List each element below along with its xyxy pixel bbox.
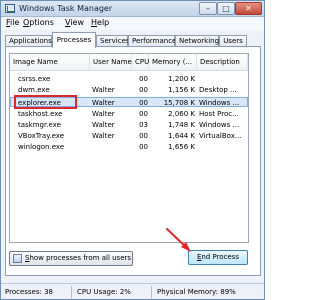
menu-file[interactable]: File: [6, 18, 19, 27]
image-name-cell: VBoxTray.exe: [18, 132, 65, 140]
maximize-button[interactable]: □: [217, 2, 235, 15]
tab-strip: Applications Processes Services Performa…: [5, 32, 261, 48]
user-name-cell: Walter: [92, 110, 115, 118]
image-name-cell: taskhost.exe: [18, 110, 63, 118]
description-cell: Windows ...: [199, 99, 240, 107]
description-cell: Host Proc...: [199, 110, 239, 118]
memory-cell: 1,200 K: [168, 75, 195, 83]
col-user-name[interactable]: User Name: [90, 54, 132, 71]
col-cpu[interactable]: CPU: [132, 54, 149, 71]
title-bar[interactable]: Windows Task Manager – □ ✕: [1, 1, 264, 17]
status-cpu-usage: CPU Usage: 2%: [77, 288, 131, 296]
cpu-cell: 00: [139, 99, 148, 107]
image-name-cell: winlogon.exe: [18, 143, 65, 151]
process-row[interactable]: dwm.exe Walter 00 1,156 K Desktop ...: [10, 85, 248, 95]
image-name-cell: taskmgr.exe: [18, 121, 61, 129]
cpu-cell: 03: [139, 121, 148, 129]
description-cell: VirtualBox...: [199, 132, 242, 140]
task-manager-window: Windows Task Manager – □ ✕ File Options …: [0, 0, 265, 300]
status-divider: [71, 286, 72, 298]
cpu-cell: 00: [139, 110, 148, 118]
status-processes: Processes: 38: [5, 288, 53, 296]
process-row[interactable]: winlogon.exe 00 1,656 K: [10, 142, 248, 152]
task-manager-icon: [5, 4, 15, 13]
status-divider: [151, 286, 152, 298]
process-row[interactable]: taskmgr.exe Walter 03 1,748 K Windows ..…: [10, 120, 248, 130]
menu-view[interactable]: View: [65, 18, 84, 27]
user-name-cell: Walter: [92, 99, 115, 107]
menu-help[interactable]: Help: [91, 18, 109, 27]
memory-cell: 15,708 K: [163, 99, 195, 107]
memory-cell: 1,656 K: [168, 143, 195, 151]
cpu-cell: 00: [139, 75, 148, 83]
end-process-button[interactable]: End Process: [188, 250, 248, 265]
menu-options[interactable]: Options: [23, 18, 54, 27]
memory-cell: 1,748 K: [168, 121, 195, 129]
close-button[interactable]: ✕: [235, 2, 262, 15]
memory-cell: 1,156 K: [168, 86, 195, 94]
process-row[interactable]: csrss.exe 00 1,200 K: [10, 74, 248, 84]
window-title: Windows Task Manager: [19, 4, 113, 13]
cpu-cell: 00: [139, 143, 148, 151]
col-description[interactable]: Description: [197, 54, 248, 71]
image-name-cell: csrss.exe: [18, 75, 51, 83]
memory-cell: 1,644 K: [168, 132, 195, 140]
menu-bar: File Options View Help: [1, 17, 264, 30]
process-row[interactable]: VBoxTray.exe Walter 00 1,644 K VirtualBo…: [10, 131, 248, 141]
description-cell: Windows ...: [199, 121, 240, 129]
status-bar: Processes: 38 CPU Usage: 2% Physical Mem…: [1, 283, 264, 299]
memory-cell: 2,060 K: [168, 110, 195, 118]
status-physical-memory: Physical Memory: 89%: [157, 288, 236, 296]
user-name-cell: Walter: [92, 86, 115, 94]
minimize-button[interactable]: –: [199, 2, 217, 15]
col-image-name[interactable]: Image Name: [10, 54, 90, 71]
cpu-cell: 00: [139, 86, 148, 94]
process-list[interactable]: Image Name User Name CPU Memory (... Des…: [9, 53, 249, 243]
col-memory[interactable]: Memory (...: [149, 54, 197, 71]
image-name-cell: dwm.exe: [18, 86, 50, 94]
process-row[interactable]: taskhost.exe Walter 00 2,060 K Host Proc…: [10, 109, 248, 119]
annotation-highlight-box: [14, 95, 77, 109]
shield-icon: [13, 254, 22, 263]
process-list-header: Image Name User Name CPU Memory (... Des…: [10, 54, 248, 71]
show-all-processes-button[interactable]: Show processes from all users: [9, 251, 133, 266]
user-name-cell: Walter: [92, 121, 115, 129]
tab-processes[interactable]: Processes: [52, 32, 96, 48]
cpu-cell: 00: [139, 132, 148, 140]
description-cell: Desktop ...: [199, 86, 237, 94]
user-name-cell: Walter: [92, 132, 115, 140]
